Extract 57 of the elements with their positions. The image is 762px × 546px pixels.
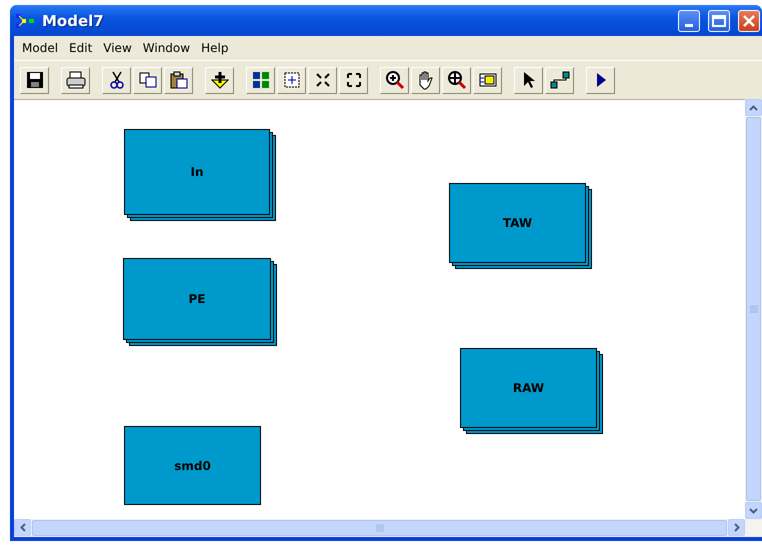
- zoom-icon: [446, 70, 466, 90]
- printer-icon: [66, 71, 86, 89]
- toolbar-button[interactable]: [380, 66, 409, 94]
- left-chevron-icon: [20, 523, 26, 532]
- toolbar-button[interactable]: [246, 66, 275, 94]
- pointer-icon: [522, 71, 536, 89]
- toolbar-button[interactable]: [339, 66, 368, 94]
- layout-icon: [478, 73, 496, 87]
- horizontal-scroll-thumb[interactable]: [32, 520, 727, 536]
- copy-icon: [138, 72, 156, 88]
- menu-item[interactable]: Window: [138, 41, 198, 55]
- play-icon: [594, 72, 606, 88]
- node[interactable]: smd0: [124, 426, 261, 505]
- paste-icon: [170, 71, 188, 89]
- toolbar-button[interactable]: [442, 66, 471, 94]
- minimize-button[interactable]: [678, 10, 700, 32]
- shrink-icon: [314, 72, 330, 88]
- vertical-scroll-thumb[interactable]: [746, 117, 761, 501]
- toolbar-button[interactable]: [164, 66, 193, 94]
- minimize-icon: [685, 24, 693, 27]
- close-button[interactable]: [738, 10, 760, 32]
- toolbar-button[interactable]: [473, 66, 502, 94]
- up-chevron-icon: [749, 104, 758, 110]
- toolbar-button[interactable]: [61, 66, 90, 94]
- cut-icon: [110, 71, 124, 89]
- scroll-right-button[interactable]: [728, 519, 745, 536]
- scroll-left-button[interactable]: [14, 519, 31, 536]
- toolbar-button[interactable]: [205, 66, 234, 94]
- close-icon: [743, 14, 755, 26]
- toolbar-button[interactable]: [586, 66, 615, 94]
- plus-arrow-icon: [210, 71, 228, 89]
- toolbar-button[interactable]: [133, 66, 162, 94]
- window-title: Model7: [42, 12, 105, 30]
- menu-item[interactable]: Edit: [65, 41, 100, 55]
- save-icon: [26, 71, 44, 89]
- toolbar-button[interactable]: [514, 66, 543, 94]
- menu-item[interactable]: View: [99, 41, 139, 55]
- toolbar-button[interactable]: [308, 66, 337, 94]
- connector-icon: [550, 71, 570, 89]
- toolbar-button[interactable]: [411, 66, 440, 94]
- menu-item[interactable]: Help: [197, 41, 236, 55]
- toolbar-button[interactable]: [277, 66, 306, 94]
- maximize-icon: [712, 14, 726, 26]
- scroll-down-button[interactable]: [745, 502, 762, 519]
- toolbar-button[interactable]: [102, 66, 131, 94]
- expand-icon: [346, 72, 362, 88]
- menu-item[interactable]: Model: [18, 41, 66, 55]
- scroll-up-button[interactable]: [745, 99, 762, 116]
- app-icon: [16, 14, 36, 28]
- zoom-in-icon: [384, 70, 404, 90]
- down-chevron-icon: [749, 508, 758, 514]
- right-chevron-icon: [734, 523, 740, 532]
- fit-icon: [282, 71, 300, 89]
- toolbar-button[interactable]: [20, 66, 49, 94]
- grid-icon: [252, 71, 270, 89]
- maximize-button[interactable]: [708, 10, 730, 32]
- toolbar-button[interactable]: [545, 66, 574, 94]
